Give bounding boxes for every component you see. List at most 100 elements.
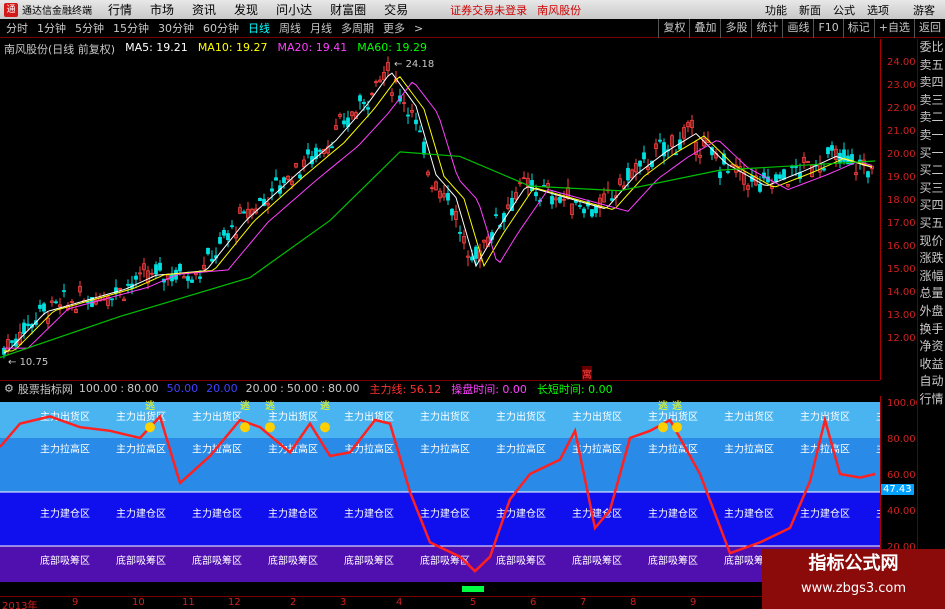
panel-item[interactable]: 总量 xyxy=(918,285,945,303)
event-marker[interactable]: 寓 xyxy=(582,366,592,381)
add-favorite-button[interactable]: +自选 xyxy=(873,19,914,38)
app-logo-icon: 通 xyxy=(4,2,18,17)
candle-body xyxy=(22,322,26,334)
guest-label[interactable]: 游客 xyxy=(913,2,935,18)
period-tab[interactable]: 60分钟 xyxy=(203,20,239,36)
candle-body xyxy=(358,95,362,102)
ma20-label: MA20: 19.41 xyxy=(277,41,348,54)
panel-item[interactable]: 买一 xyxy=(918,145,945,163)
panel-item[interactable]: 涨跌 xyxy=(918,250,945,268)
period-tab[interactable]: 15分钟 xyxy=(113,20,149,36)
site-watermark: 指标公式网 www.zbgs3.com xyxy=(762,549,945,609)
panel-item[interactable]: 卖五 xyxy=(918,57,945,75)
panel-item[interactable]: 换手 xyxy=(918,321,945,339)
chart-title: 南风股份(日线 前复权) xyxy=(4,43,116,56)
candle-body xyxy=(446,193,450,201)
adjust-button[interactable]: 复权 xyxy=(658,19,689,38)
escape-sign: 逃 xyxy=(265,399,275,412)
period-tab-active[interactable]: 日线 xyxy=(248,20,270,36)
x-tick: 5 xyxy=(470,597,477,608)
period-tab-more[interactable]: 更多 xyxy=(383,20,405,36)
watermark-title: 指标公式网 xyxy=(808,553,899,574)
menu-quotes[interactable]: 行情 xyxy=(108,1,132,18)
panel-item[interactable]: 委比 xyxy=(918,39,945,57)
panel-item[interactable]: 涨幅 xyxy=(918,268,945,286)
menu-formula[interactable]: 公式 xyxy=(833,2,855,18)
overlay-button[interactable]: 叠加 xyxy=(689,19,720,38)
indicator-chart[interactable]: 主力出货区 主力出货区 主力出货区 主力出货区 主力出货区 主力出货区 主力出货区 主力出货区… xyxy=(0,396,926,596)
panel-item[interactable]: 买五 xyxy=(918,215,945,233)
period-tab[interactable]: 周线 xyxy=(279,20,301,36)
panel-item[interactable]: 外盘 xyxy=(918,303,945,321)
draw-button[interactable]: 画线 xyxy=(782,19,813,38)
period-tab[interactable]: 1分钟 xyxy=(37,20,66,36)
x-tick: 9 xyxy=(690,597,697,608)
stats-button[interactable]: 统计 xyxy=(751,19,782,38)
menu-new-page[interactable]: 新面 xyxy=(799,2,821,18)
panel-item[interactable]: 卖二 xyxy=(918,109,945,127)
candle-body xyxy=(218,237,222,244)
menu-ask[interactable]: 问小达 xyxy=(276,1,312,18)
menu-trade[interactable]: 交易 xyxy=(384,1,408,18)
menu-news[interactable]: 资讯 xyxy=(192,1,216,18)
y-tick: 18.00 xyxy=(887,195,916,206)
candle-body xyxy=(726,171,730,173)
menu-wealth[interactable]: 财富圈 xyxy=(330,1,366,18)
multi-stock-button[interactable]: 多股 xyxy=(720,19,751,38)
back-button[interactable]: 返回 xyxy=(914,19,945,38)
zone-label: 底部吸筹区 xyxy=(572,554,622,567)
login-notice[interactable]: 证券交易未登录 xyxy=(450,2,527,18)
y-tick: 23.00 xyxy=(887,80,916,91)
menu-market[interactable]: 市场 xyxy=(150,1,174,18)
smile-icon xyxy=(145,422,155,433)
param: 20.00 xyxy=(206,382,238,395)
panel-item[interactable]: 买三 xyxy=(918,180,945,198)
gear-icon[interactable]: ⚙ xyxy=(4,382,14,395)
watermark-url: www.zbgs3.com xyxy=(800,581,907,596)
candle-body xyxy=(298,174,302,179)
panel-item[interactable]: 买四 xyxy=(918,197,945,215)
candle-body xyxy=(866,171,870,178)
smile-icon xyxy=(265,422,275,433)
candle-body xyxy=(578,205,582,207)
period-tab[interactable]: 月线 xyxy=(310,20,332,36)
candle-body xyxy=(242,211,246,214)
menu-discover[interactable]: 发现 xyxy=(234,1,258,18)
candle-body xyxy=(790,166,794,168)
panel-item[interactable]: 收益 xyxy=(918,356,945,374)
period-tab[interactable]: 30分钟 xyxy=(158,20,194,36)
panel-item[interactable]: 现价 xyxy=(918,233,945,251)
period-tab[interactable]: 分时 xyxy=(6,20,28,36)
mark-button[interactable]: 标记 xyxy=(842,19,874,38)
period-toolbar: 分时 1分钟 5分钟 15分钟 30分钟 60分钟 日线 周线 月线 多周期 更… xyxy=(0,19,945,38)
menu-function[interactable]: 功能 xyxy=(765,2,787,18)
panel-item[interactable]: 卖一 xyxy=(918,127,945,145)
period-tab[interactable]: 多周期 xyxy=(341,20,374,36)
panel-item[interactable]: 卖三 xyxy=(918,92,945,110)
period-tab[interactable]: 5分钟 xyxy=(75,20,104,36)
menu-options[interactable]: 选项 xyxy=(867,2,889,18)
candle-body xyxy=(658,139,662,142)
panel-item[interactable]: 卖四 xyxy=(918,74,945,92)
param: 20.00 xyxy=(245,382,278,395)
panel-item[interactable]: 行情 xyxy=(918,391,945,409)
f10-button[interactable]: F10 xyxy=(813,19,842,38)
kline-chart[interactable]: 南风股份(日线 前复权) MA5: 19.21 MA10: 19.27 MA20… xyxy=(0,39,880,381)
candle-body xyxy=(342,120,346,125)
candle-body xyxy=(782,169,786,180)
panel-item[interactable]: 净资 xyxy=(918,338,945,356)
candle-body xyxy=(638,160,642,167)
escape-sign: 逃 xyxy=(145,399,155,412)
indicator-name[interactable]: 股票指标网 xyxy=(18,381,73,397)
candle-body xyxy=(226,233,230,241)
candle-body xyxy=(778,174,782,179)
candle-body xyxy=(362,101,366,104)
candle-body xyxy=(474,246,478,259)
panel-item[interactable]: 买二 xyxy=(918,162,945,180)
x-tick: 2013年 xyxy=(2,601,38,609)
chevron-right-icon[interactable]: > xyxy=(414,22,423,35)
zone-label: 主力拉高区 xyxy=(800,442,850,455)
panel-item[interactable]: 自动 xyxy=(918,373,945,391)
candle-body xyxy=(458,231,462,234)
ma10-label: MA10: 19.27 xyxy=(197,41,268,54)
